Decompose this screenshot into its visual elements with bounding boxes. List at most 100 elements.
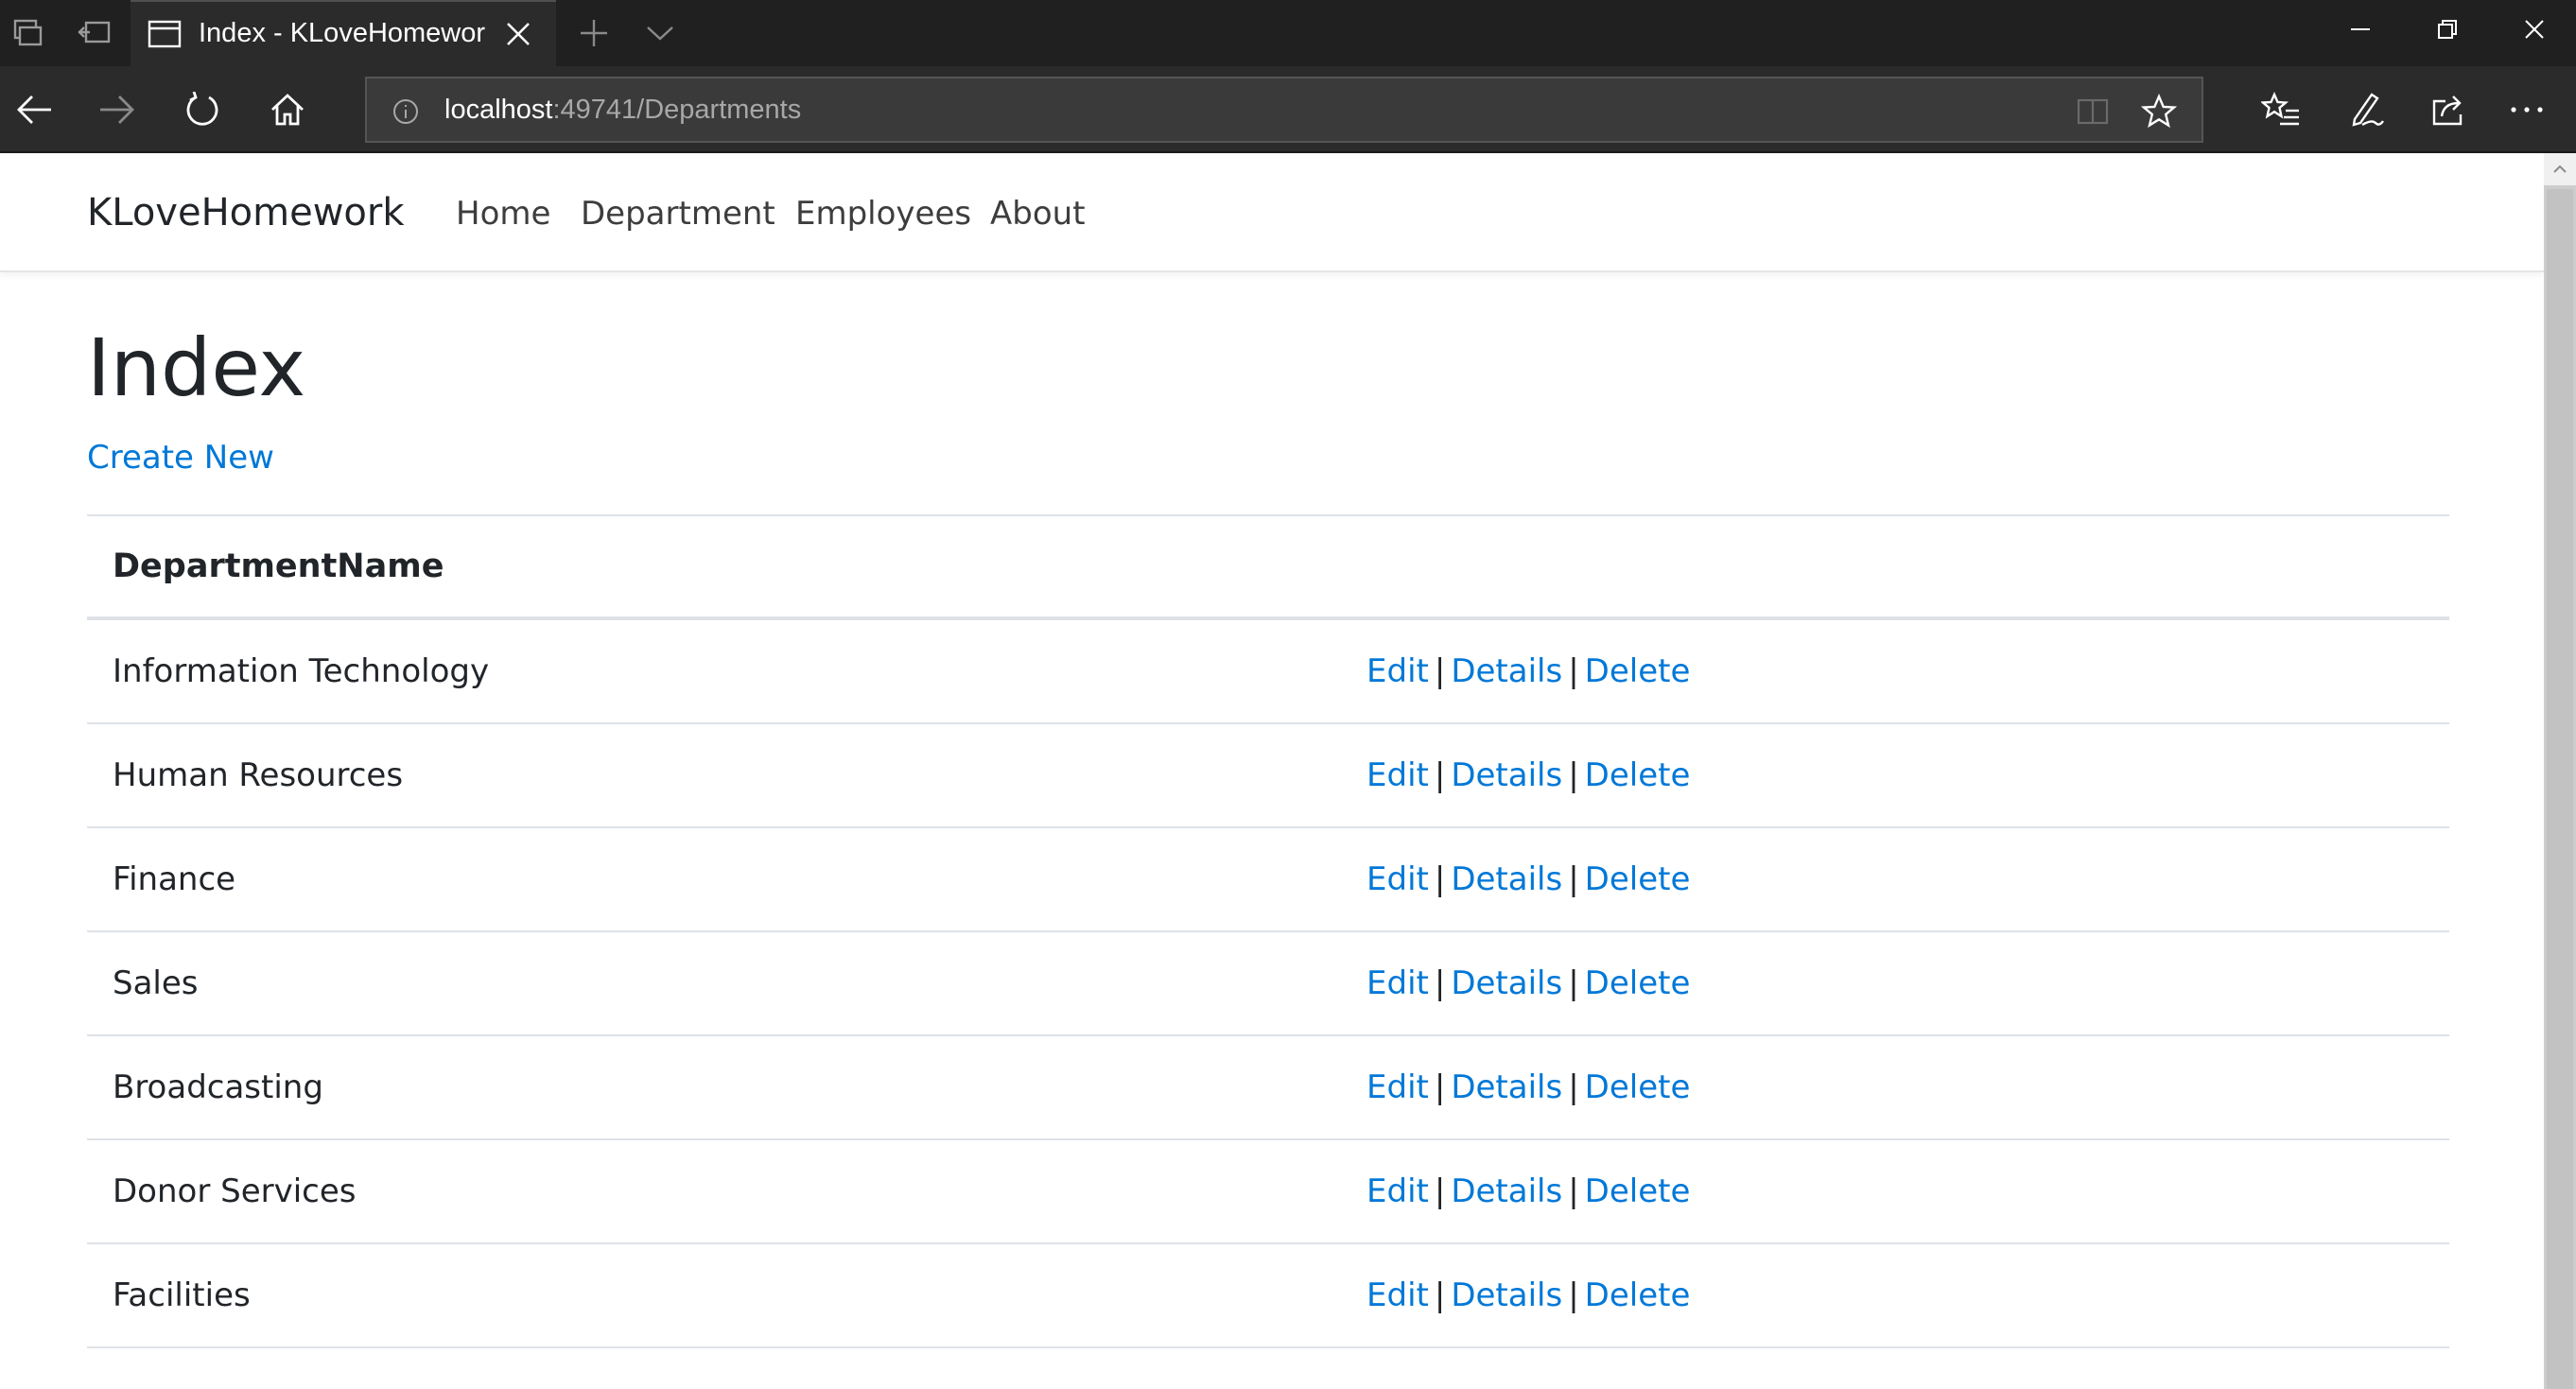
table-row: Broadcasting Edit | Details | Delete	[87, 1036, 2449, 1140]
department-name-cell: Donor Services	[113, 1172, 357, 1210]
reading-view-icon[interactable]	[2069, 88, 2116, 135]
edit-link[interactable]: Edit	[1366, 860, 1429, 898]
back-arrow-icon[interactable]	[0, 79, 68, 140]
action-separator: |	[1568, 652, 1579, 690]
edit-link[interactable]: Edit	[1366, 964, 1429, 1002]
details-link[interactable]: Details	[1451, 964, 1562, 1002]
table-body: Information Technology Edit | Details | Delet…	[87, 620, 2449, 1348]
edit-link[interactable]: Edit	[1366, 1276, 1429, 1314]
home-icon[interactable]	[253, 79, 322, 140]
details-link[interactable]: Details	[1451, 652, 1562, 690]
action-separator: |	[1568, 756, 1579, 794]
page-title: Index	[87, 321, 306, 414]
action-separator: |	[1568, 1068, 1579, 1106]
forward-arrow-icon[interactable]	[83, 79, 151, 140]
table-row: Human Resources Edit | Details | Delete	[87, 724, 2449, 828]
active-tab[interactable]: Index - KLoveHomewor	[131, 0, 556, 66]
details-link[interactable]: Details	[1451, 1276, 1562, 1314]
row-actions: Edit | Details | Delete	[1366, 756, 1690, 794]
department-name-cell: Human Resources	[113, 756, 404, 794]
url-path: :49741/Departments	[552, 95, 802, 125]
url-host: localhost	[444, 95, 553, 125]
site-brand[interactable]: KLoveHomework	[87, 191, 405, 234]
row-actions: Edit | Details | Delete	[1366, 1172, 1690, 1210]
delete-link[interactable]: Delete	[1585, 964, 1691, 1002]
nav-home[interactable]: Home	[456, 195, 550, 233]
browser-title-bar: Index - KLoveHomewor	[0, 0, 2576, 66]
details-link[interactable]: Details	[1451, 860, 1562, 898]
details-link[interactable]: Details	[1451, 1068, 1562, 1106]
table-row: Facilities Edit | Details | Delete	[87, 1244, 2449, 1348]
column-header-department-name: DepartmentName	[113, 547, 444, 585]
action-separator: |	[1568, 860, 1579, 898]
share-icon[interactable]	[2415, 79, 2483, 140]
close-icon[interactable]	[503, 19, 533, 53]
page-viewport: KLoveHomework Home Department Employees …	[0, 153, 2576, 1389]
nav-department[interactable]: Department	[581, 195, 775, 233]
department-name-cell: Information Technology	[113, 652, 490, 690]
address-bar[interactable]: localhost:49741/Departments	[365, 77, 2203, 143]
set-tabs-aside-icon[interactable]	[70, 13, 119, 53]
site-navbar: KLoveHomework Home Department Employees …	[0, 153, 2544, 272]
action-separator: |	[1434, 1172, 1446, 1210]
scrollbar-thumb[interactable]	[2547, 189, 2573, 1389]
action-separator: |	[1434, 964, 1446, 1002]
action-separator: |	[1434, 652, 1446, 690]
details-link[interactable]: Details	[1451, 1172, 1562, 1210]
delete-link[interactable]: Delete	[1585, 652, 1691, 690]
edit-link[interactable]: Edit	[1366, 756, 1429, 794]
vertical-scrollbar[interactable]	[2544, 153, 2576, 1389]
row-actions: Edit | Details | Delete	[1366, 964, 1690, 1002]
favorites-list-icon[interactable]	[2247, 79, 2315, 140]
tab-title: Index - KLoveHomewor	[199, 18, 486, 48]
nav-employees[interactable]: Employees	[795, 195, 971, 233]
table-row: Donor Services Edit | Details | Delete	[87, 1140, 2449, 1244]
department-name-cell: Broadcasting	[113, 1068, 323, 1106]
departments-table: DepartmentName Information Technology Edi…	[87, 514, 2449, 1348]
plus-icon[interactable]	[571, 13, 617, 53]
row-actions: Edit | Details | Delete	[1366, 652, 1690, 690]
table-header: DepartmentName	[87, 514, 2449, 620]
row-actions: Edit | Details | Delete	[1366, 860, 1690, 898]
pen-icon[interactable]	[2332, 79, 2400, 140]
department-name-cell: Finance	[113, 860, 236, 898]
tab-preview-icon[interactable]	[6, 13, 49, 53]
action-separator: |	[1568, 964, 1579, 1002]
nav-about[interactable]: About	[990, 195, 1086, 233]
action-separator: |	[1568, 1276, 1579, 1314]
refresh-icon[interactable]	[168, 79, 236, 140]
info-icon[interactable]	[382, 88, 429, 135]
url-text[interactable]: localhost:49741/Departments	[444, 95, 801, 126]
table-row: Sales Edit | Details | Delete	[87, 932, 2449, 1036]
department-name-cell: Sales	[113, 964, 199, 1002]
create-new-link[interactable]: Create New	[87, 439, 274, 477]
action-separator: |	[1434, 1068, 1446, 1106]
action-separator: |	[1434, 756, 1446, 794]
delete-link[interactable]: Delete	[1585, 1172, 1691, 1210]
delete-link[interactable]: Delete	[1585, 756, 1691, 794]
scroll-up-icon[interactable]	[2544, 153, 2576, 185]
row-actions: Edit | Details | Delete	[1366, 1276, 1690, 1314]
edit-link[interactable]: Edit	[1366, 652, 1429, 690]
more-icon[interactable]	[2493, 79, 2561, 140]
edit-link[interactable]: Edit	[1366, 1172, 1429, 1210]
table-row: Finance Edit | Details | Delete	[87, 828, 2449, 932]
action-separator: |	[1568, 1172, 1579, 1210]
details-link[interactable]: Details	[1451, 756, 1562, 794]
browser-toolbar: localhost:49741/Departments	[0, 66, 2576, 153]
delete-link[interactable]: Delete	[1585, 1276, 1691, 1314]
chevron-down-icon[interactable]	[637, 13, 683, 53]
restore-icon[interactable]	[2406, 0, 2489, 59]
minimize-icon[interactable]	[2319, 0, 2402, 59]
department-name-cell: Facilities	[113, 1276, 251, 1314]
close-icon[interactable]	[2493, 0, 2576, 59]
page-icon	[148, 19, 182, 53]
table-row: Information Technology Edit | Details | Delet…	[87, 620, 2449, 724]
delete-link[interactable]: Delete	[1585, 1068, 1691, 1106]
star-icon[interactable]	[2135, 88, 2183, 135]
action-separator: |	[1434, 860, 1446, 898]
edit-link[interactable]: Edit	[1366, 1068, 1429, 1106]
row-actions: Edit | Details | Delete	[1366, 1068, 1690, 1106]
delete-link[interactable]: Delete	[1585, 860, 1691, 898]
action-separator: |	[1434, 1276, 1446, 1314]
